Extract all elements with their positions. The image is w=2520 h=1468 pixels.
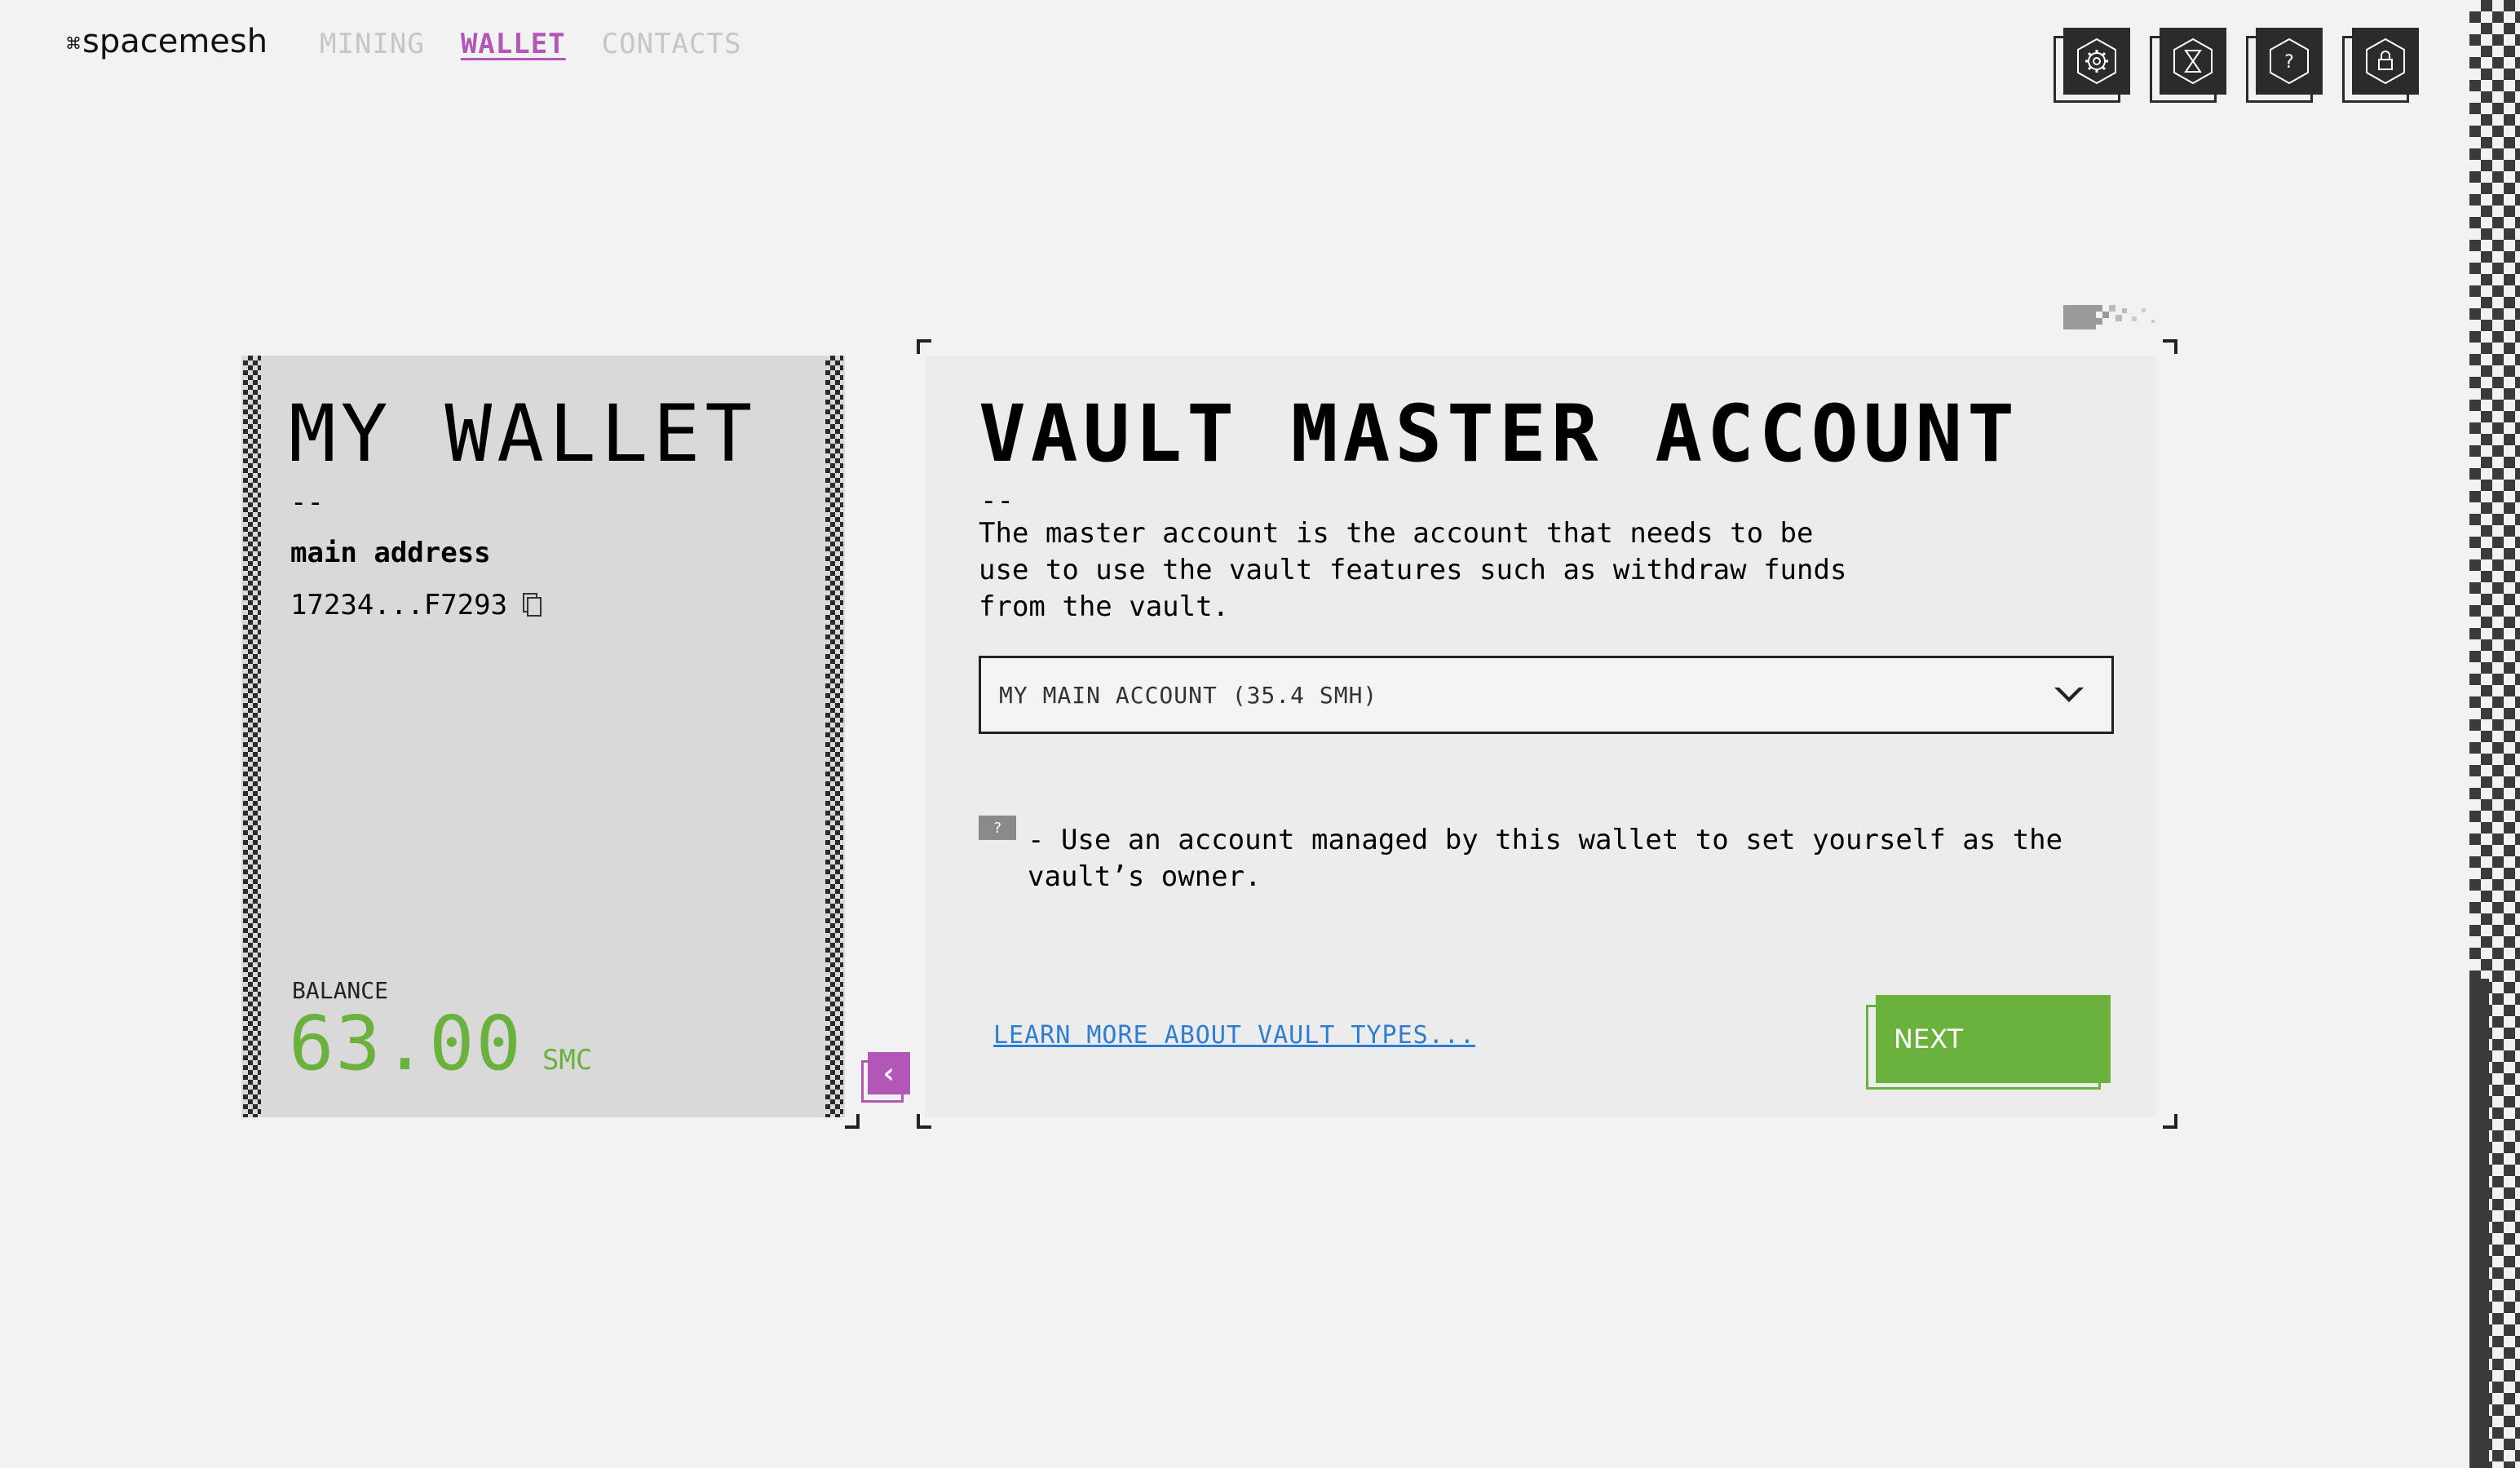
wallet-dash: --: [290, 486, 324, 519]
main-address-row: 17234...F7293: [290, 589, 543, 621]
pixel-decoration: [2063, 305, 2155, 329]
vault-dash: --: [980, 484, 1014, 517]
balance-unit: SMC: [542, 1044, 593, 1077]
svg-text:?: ?: [2284, 52, 2294, 73]
wallet-corner-mark: [845, 1114, 860, 1129]
wallet-title: MY WALLET: [289, 388, 758, 480]
vault-corner-tr: [2163, 339, 2177, 354]
nav-wallet[interactable]: WALLET: [461, 28, 566, 60]
learn-more-link[interactable]: LEARN MORE ABOUT VAULT TYPES...: [993, 1021, 1475, 1050]
lock-button[interactable]: [2342, 28, 2419, 106]
help-icon: ?: [2270, 38, 2309, 85]
logo-mark-icon: ⌘: [65, 33, 82, 53]
chevron-left-icon: ‹: [868, 1052, 910, 1094]
pixel-edge-decoration: [2469, 0, 2520, 1468]
master-account-dropdown[interactable]: MY MAIN ACCOUNT (35.4 SMH): [979, 656, 2114, 734]
main-address-value: 17234...F7293: [290, 589, 508, 621]
main-address-label: main address: [290, 537, 491, 569]
balance-row: 63.00 SMC: [289, 1000, 592, 1087]
copy-icon[interactable]: [522, 592, 543, 618]
next-button[interactable]: NEXT: [1866, 995, 2111, 1091]
vault-corner-tl: [917, 339, 931, 354]
nav-contacts[interactable]: CONTACTS: [602, 28, 742, 60]
chevron-down-icon: [2054, 688, 2084, 702]
spacemesh-logo[interactable]: ⌘ spacemesh: [65, 23, 267, 60]
owner-hint: ? - Use an account managed by this walle…: [979, 812, 2080, 895]
lock-icon: [2366, 38, 2405, 85]
wallet-card: MY WALLET -- main address 17234...F7293 …: [241, 356, 845, 1117]
wallet-card-right-border: [825, 356, 843, 1117]
brand-name: spacemesh: [82, 23, 268, 60]
collapse-wallet-button[interactable]: ‹: [861, 1052, 912, 1103]
vault-title: VAULT MASTER ACCOUNT: [979, 388, 2019, 480]
hint-text: - Use an account managed by this wallet …: [1028, 824, 2063, 893]
balance-value: 63.00: [289, 1000, 523, 1087]
wallet-card-left-border: [243, 356, 261, 1117]
dropdown-selected-value: MY MAIN ACCOUNT (35.4 SMH): [999, 681, 1378, 709]
help-button[interactable]: ?: [2246, 28, 2323, 106]
top-icon-bar: ?: [2054, 28, 2419, 106]
next-button-label: NEXT: [1876, 995, 2111, 1083]
main-nav: MINING WALLET CONTACTS: [320, 28, 741, 60]
vault-corner-br: [2163, 1114, 2177, 1129]
vault-card: VAULT MASTER ACCOUNT -- The master accou…: [925, 356, 2156, 1117]
settings-button[interactable]: [2054, 28, 2130, 106]
settings-icon: [2077, 38, 2116, 85]
vault-description: The master account is the account that n…: [979, 517, 1847, 623]
nav-mining[interactable]: MINING: [320, 28, 425, 60]
app-window: ⌘ spacemesh MINING WALLET CONTACTS ? MY …: [0, 0, 2520, 1468]
hint-badge[interactable]: ?: [979, 816, 1016, 840]
hourglass-button[interactable]: [2150, 28, 2226, 106]
hourglass-icon: [2173, 38, 2213, 85]
